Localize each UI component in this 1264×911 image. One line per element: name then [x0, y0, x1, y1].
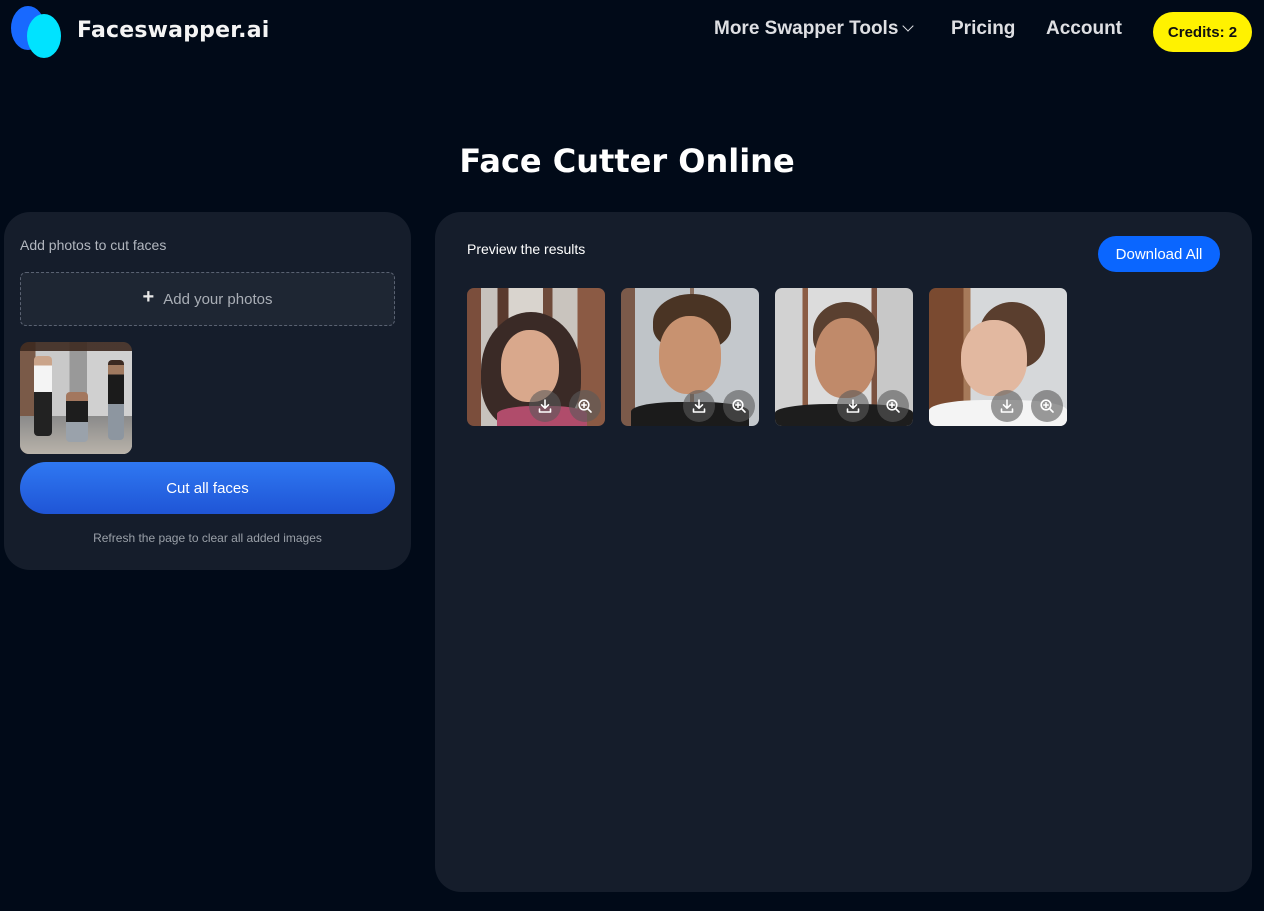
plus-icon: +	[142, 285, 155, 308]
refresh-note: Refresh the page to clear all added imag…	[93, 531, 322, 545]
download-icon[interactable]	[991, 390, 1023, 422]
nav-more-swapper-tools[interactable]: More Swapper Tools	[714, 18, 915, 40]
results-panel-label: Preview the results	[467, 241, 586, 257]
chevron-down-icon	[902, 20, 915, 32]
site-header: Faceswapper.ai More Swapper Tools Pricin…	[0, 0, 1264, 64]
add-photos-label: Add your photos	[163, 290, 273, 308]
face-image-face	[961, 320, 1027, 396]
logo[interactable]: Faceswapper.ai	[10, 6, 270, 58]
page-title: Face Cutter Online	[459, 142, 795, 180]
upload-panel-label: Add photos to cut faces	[20, 237, 167, 253]
download-icon[interactable]	[529, 390, 561, 422]
logo-text: Faceswapper.ai	[77, 18, 270, 43]
result-face-card[interactable]	[775, 288, 913, 426]
face-image-face	[815, 318, 875, 398]
thumbnail-person	[34, 356, 52, 436]
download-icon[interactable]	[837, 390, 869, 422]
nav-pricing[interactable]: Pricing	[951, 18, 1015, 40]
nav-more-swapper-tools-label: More Swapper Tools	[714, 18, 899, 39]
results-grid	[467, 288, 1067, 426]
logo-icon-front	[27, 14, 61, 58]
face-image-face	[659, 316, 721, 394]
results-panel: Preview the results Download All	[435, 212, 1252, 892]
credits-badge[interactable]: Credits: 2	[1153, 12, 1252, 52]
thumbnail-person	[108, 360, 124, 440]
result-face-card[interactable]	[467, 288, 605, 426]
download-icon[interactable]	[683, 390, 715, 422]
zoom-in-icon[interactable]	[877, 390, 909, 422]
nav-account[interactable]: Account	[1046, 18, 1122, 40]
add-photos-button[interactable]: + Add your photos	[20, 272, 395, 326]
thumbnail-person	[66, 392, 88, 442]
uploaded-image-thumbnail[interactable]	[20, 342, 132, 454]
upload-panel: Add photos to cut faces + Add your photo…	[4, 212, 411, 570]
result-face-card[interactable]	[929, 288, 1067, 426]
zoom-in-icon[interactable]	[1031, 390, 1063, 422]
cut-all-faces-button[interactable]: Cut all faces	[20, 462, 395, 514]
zoom-in-icon[interactable]	[569, 390, 601, 422]
result-face-card[interactable]	[621, 288, 759, 426]
zoom-in-icon[interactable]	[723, 390, 755, 422]
download-all-button[interactable]: Download All	[1098, 236, 1220, 272]
